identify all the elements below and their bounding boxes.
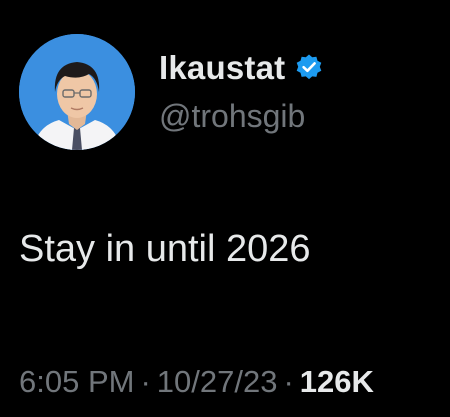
avatar-image [19,34,135,150]
avatar[interactable] [19,34,135,150]
meta-separator: · [140,364,151,399]
meta-separator: · [283,364,294,399]
tweet-meta: 6:05 PM · 10/27/23 · 126K [19,362,374,402]
verified-badge-icon [294,53,324,83]
tweet-time[interactable]: 6:05 PM [19,364,134,399]
author-handle[interactable]: @trohsgib [159,96,305,136]
author-name-row: Ikaustat [159,46,324,90]
author-display-name[interactable]: Ikaustat [159,46,285,90]
tweet-card: Ikaustat @trohsgib Stay in until 2026 6:… [0,0,450,417]
views-count[interactable]: 126K [300,364,374,399]
tweet-text: Stay in until 2026 [19,228,311,270]
tweet-date[interactable]: 10/27/23 [157,364,278,399]
